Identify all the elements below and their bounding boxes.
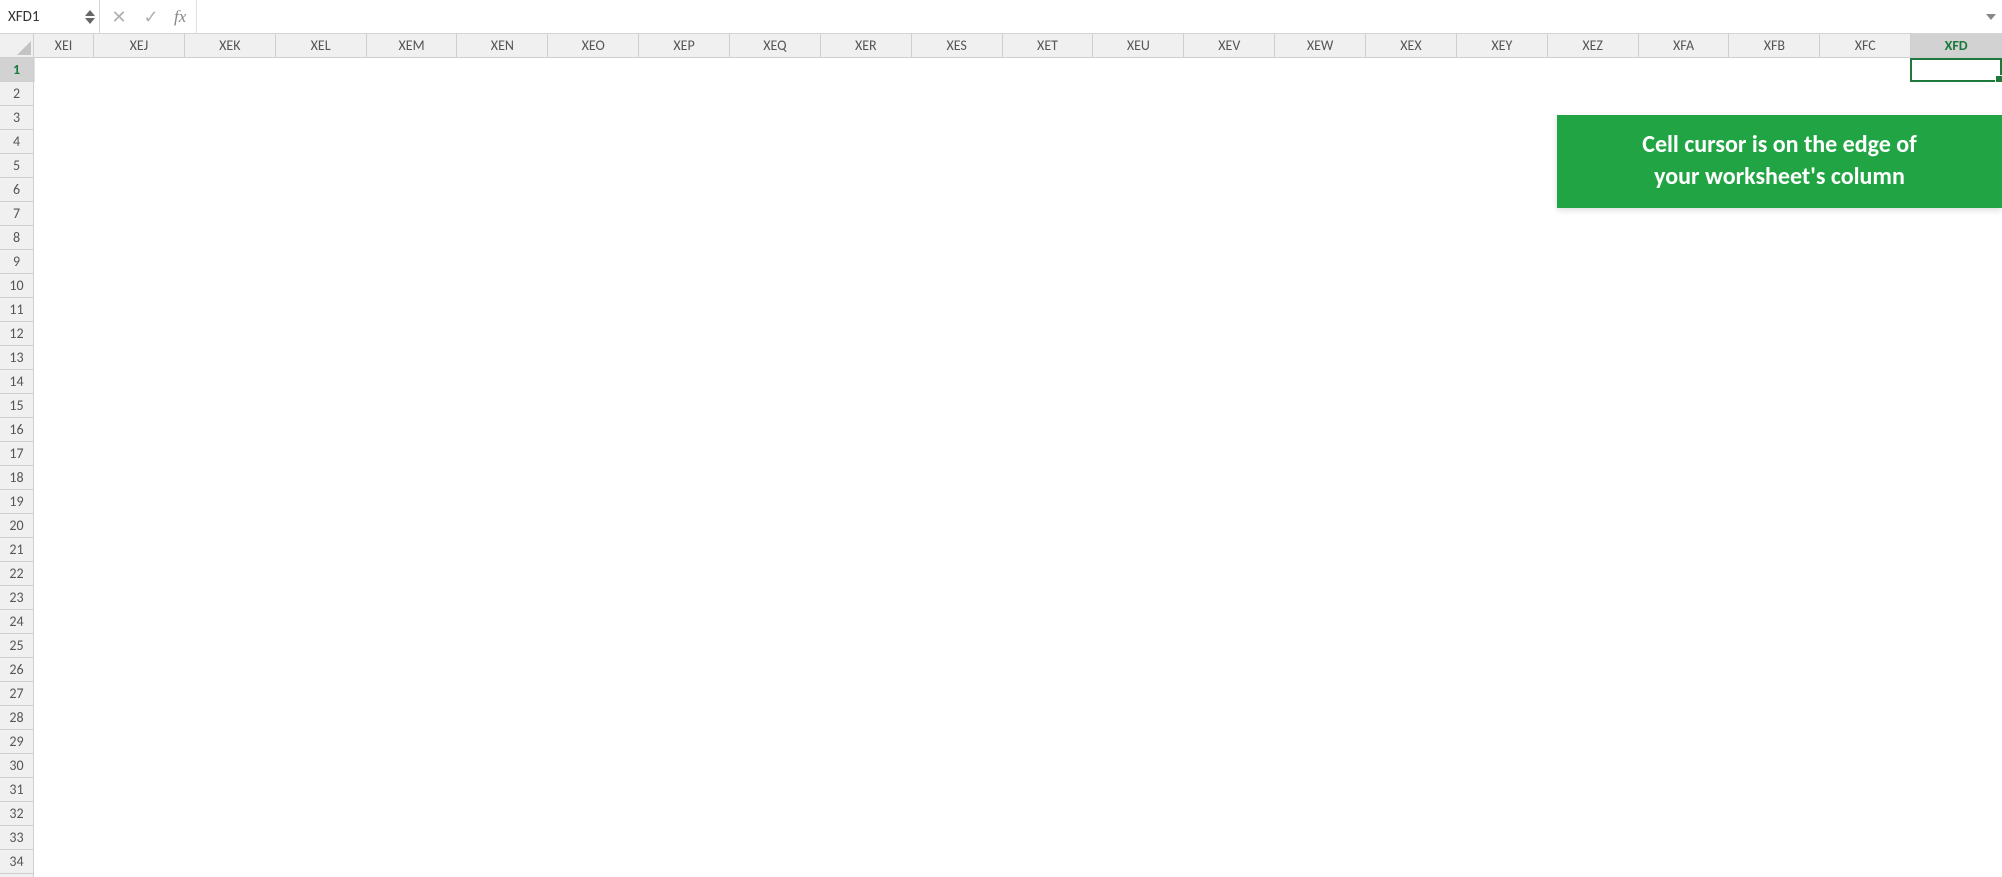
column-header[interactable]: XEJ [94,34,185,57]
row-header[interactable]: 30 [0,754,33,778]
row-header[interactable]: 12 [0,322,33,346]
row-header[interactable]: 11 [0,298,33,322]
callout-line2: your worksheet's column [1579,161,1980,193]
formula-input-container [196,0,2002,33]
row-header[interactable]: 18 [0,466,33,490]
row-header[interactable]: 25 [0,634,33,658]
column-header[interactable]: XEW [1275,34,1366,57]
row-header[interactable]: 5 [0,154,33,178]
column-header[interactable]: XEY [1457,34,1548,57]
column-header[interactable]: XEO [548,34,639,57]
formula-bar: ✕ ✓ fx [0,0,2002,34]
column-header[interactable]: XEK [185,34,276,57]
cancel-button[interactable]: ✕ [104,3,134,31]
column-header[interactable]: XEU [1093,34,1184,57]
column-header[interactable]: XEZ [1548,34,1639,57]
column-header[interactable]: XEM [367,34,458,57]
column-header[interactable]: XEI [34,34,94,57]
select-all-button[interactable] [0,34,34,57]
column-header[interactable]: XEL [276,34,367,57]
row-header[interactable]: 27 [0,682,33,706]
formula-input[interactable] [203,0,2002,33]
row-header[interactable]: 4 [0,130,33,154]
column-header[interactable]: XFA [1639,34,1730,57]
column-header[interactable]: XEQ [730,34,821,57]
check-icon: ✓ [143,6,158,28]
row-header[interactable]: 1 [0,58,33,82]
row-header[interactable]: 2 [0,82,33,106]
column-header[interactable]: XET [1003,34,1094,57]
name-box-spinner [85,10,95,24]
row-header[interactable]: 17 [0,442,33,466]
row-header[interactable]: 28 [0,706,33,730]
row-header[interactable]: 8 [0,226,33,250]
column-header[interactable]: XEV [1184,34,1275,57]
row-header[interactable]: 19 [0,490,33,514]
active-cell-cursor [1910,58,2002,82]
row-header[interactable]: 16 [0,418,33,442]
spinner-down-icon[interactable] [85,18,95,24]
row-header[interactable]: 29 [0,730,33,754]
column-header[interactable]: XFB [1729,34,1820,57]
column-headers: XEIXEJXEKXELXEMXENXEOXEPXEQXERXESXETXEUX… [0,34,2002,58]
row-header[interactable]: 22 [0,562,33,586]
name-box-container [0,0,100,33]
row-header[interactable]: 3 [0,106,33,130]
column-header[interactable]: XEP [639,34,730,57]
column-header[interactable]: XES [912,34,1003,57]
formula-buttons: ✕ ✓ fx [100,0,196,33]
row-header[interactable]: 10 [0,274,33,298]
row-header[interactable]: 21 [0,538,33,562]
column-header[interactable]: XFC [1820,34,1911,57]
column-header[interactable]: XER [821,34,912,57]
row-header[interactable]: 13 [0,346,33,370]
row-header[interactable]: 20 [0,514,33,538]
row-header[interactable]: 31 [0,778,33,802]
row-header[interactable]: 33 [0,826,33,850]
expand-formula-bar-icon[interactable] [1986,14,1996,20]
row-header[interactable]: 7 [0,202,33,226]
column-header[interactable]: XEX [1366,34,1457,57]
callout-line1: Cell cursor is on the edge of [1579,129,1980,161]
row-header[interactable]: 24 [0,610,33,634]
cancel-icon: ✕ [111,6,126,28]
column-header[interactable]: XFD [1911,34,2002,57]
column-header[interactable]: XEN [457,34,548,57]
row-header[interactable]: 34 [0,850,33,874]
insert-function-button[interactable]: fx [168,7,192,27]
annotation-callout: Cell cursor is on the edge of your works… [1557,115,2002,208]
row-header[interactable]: 32 [0,802,33,826]
row-header[interactable]: 23 [0,586,33,610]
row-headers: 1234567891011121314151617181920212223242… [0,58,34,877]
row-header[interactable]: 14 [0,370,33,394]
enter-button[interactable]: ✓ [136,3,166,31]
spinner-up-icon[interactable] [85,10,95,16]
name-box-input[interactable] [8,8,78,26]
row-header[interactable]: 15 [0,394,33,418]
row-header[interactable]: 6 [0,178,33,202]
row-header[interactable]: 9 [0,250,33,274]
row-header[interactable]: 26 [0,658,33,682]
